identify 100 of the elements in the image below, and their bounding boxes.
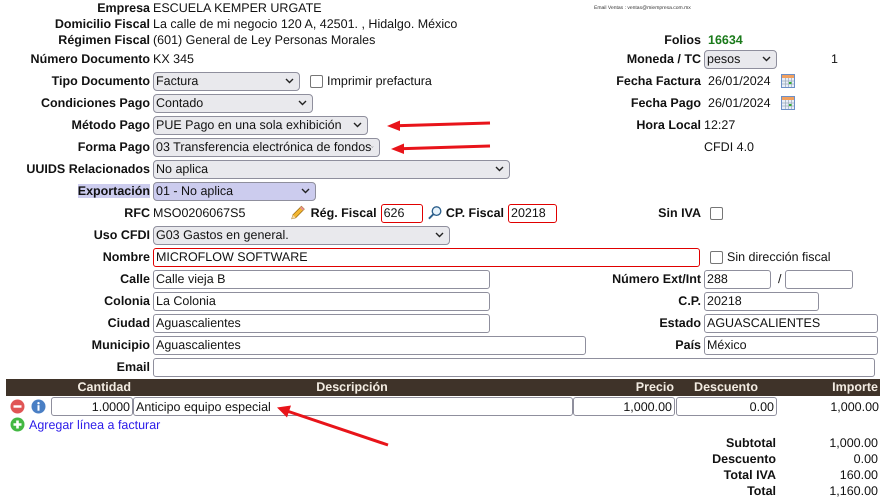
field-value: 1 bbox=[830, 52, 838, 66]
total-label: Total bbox=[746, 483, 776, 499]
dropdown[interactable]: Factura bbox=[153, 72, 300, 90]
checkbox[interactable] bbox=[310, 74, 323, 88]
total-value: 160.00 bbox=[838, 467, 878, 483]
dropdown[interactable]: No aplica bbox=[153, 160, 510, 178]
add-line-link[interactable]: Agregar línea a facturar bbox=[29, 418, 160, 432]
field-label: Hora Local bbox=[636, 118, 701, 132]
field-value: 16634 bbox=[707, 33, 743, 47]
field-value: 26/01/2024 bbox=[707, 74, 771, 88]
field-value: MSO0206067S5 bbox=[153, 206, 246, 220]
total-value: 1,160.00 bbox=[828, 483, 878, 499]
column-header: Cantidad bbox=[76, 379, 132, 396]
input-field[interactable]: 1.0000 bbox=[51, 397, 133, 416]
field-value: La calle de mi negocio 120 A, 42501. , Hidalgo. México bbox=[153, 17, 458, 31]
field-label: Método Pago bbox=[72, 118, 150, 132]
dropdown[interactable]: G03 Gastos en general. bbox=[153, 226, 450, 244]
field-label: Domicilio Fiscal bbox=[54, 17, 150, 31]
field-value: CFDI 4.0 bbox=[704, 140, 754, 154]
field-label: Moneda / TC bbox=[626, 52, 701, 66]
chevron-down-icon bbox=[301, 188, 310, 194]
input-field[interactable]: 0.00 bbox=[676, 397, 777, 416]
input-field[interactable]: 288 bbox=[704, 270, 771, 288]
field-label: Municipio bbox=[92, 338, 150, 352]
field-label: Nombre bbox=[102, 250, 150, 264]
field-value: 26/01/2024 bbox=[707, 96, 771, 110]
field-label: Exportación bbox=[78, 184, 150, 198]
field-label: País bbox=[675, 338, 701, 352]
input-field[interactable]: 626 bbox=[380, 204, 423, 222]
field-label: RFC bbox=[124, 206, 150, 220]
field-label: Folios bbox=[664, 33, 701, 47]
pencil-icon[interactable] bbox=[289, 204, 307, 222]
input-field[interactable] bbox=[785, 270, 854, 288]
dropdown[interactable]: 01 - No aplica bbox=[153, 182, 316, 200]
dropdown[interactable]: pesos bbox=[704, 50, 777, 68]
field-label: UUIDS Relacionados bbox=[26, 162, 150, 176]
remove-icon[interactable] bbox=[10, 399, 25, 414]
chevron-down-icon bbox=[435, 232, 444, 238]
chevron-down-icon bbox=[298, 100, 307, 106]
dropdown[interactable]: PUE Pago en una sola exhibición bbox=[153, 116, 368, 134]
total-value: 1,000.00 bbox=[828, 435, 878, 451]
column-header: Importe bbox=[831, 379, 879, 396]
field-label: Rég. Fiscal bbox=[310, 206, 377, 220]
checkbox[interactable] bbox=[710, 250, 723, 264]
info-icon[interactable] bbox=[31, 399, 46, 414]
field-label: Tipo Documento bbox=[52, 74, 150, 88]
calendar-icon[interactable] bbox=[780, 74, 795, 88]
total-label: Descuento bbox=[712, 451, 776, 467]
chevron-down-icon bbox=[762, 56, 771, 62]
input-field[interactable]: 20218 bbox=[508, 204, 557, 222]
input-field[interactable]: México bbox=[704, 336, 878, 354]
field-value: KX 345 bbox=[153, 52, 194, 66]
field-label: Sin IVA bbox=[658, 206, 701, 220]
chevron-down-icon bbox=[495, 166, 504, 172]
field-value: 12:27 bbox=[704, 118, 736, 132]
add-icon[interactable] bbox=[10, 417, 25, 432]
field-label: CP. Fiscal bbox=[446, 206, 504, 220]
field-value: (601) General de Ley Personas Morales bbox=[153, 33, 376, 47]
input-field[interactable]: 1,000.00 bbox=[573, 397, 675, 416]
field-label: Ciudad bbox=[108, 316, 150, 330]
field-label: Email bbox=[116, 360, 150, 374]
input-field[interactable] bbox=[153, 358, 875, 376]
field-label: Número Documento bbox=[30, 52, 150, 66]
checkbox[interactable] bbox=[710, 206, 723, 220]
field-label: Número Ext/Int bbox=[612, 272, 701, 286]
total-value: 0.00 bbox=[852, 451, 878, 467]
input-field[interactable]: MICROFLOW SOFTWARE bbox=[153, 248, 700, 266]
field-label: Estado bbox=[659, 316, 701, 330]
total-label: Subtotal bbox=[725, 435, 776, 451]
field-label: Colonia bbox=[104, 294, 150, 308]
input-field[interactable]: Calle vieja B bbox=[153, 270, 490, 288]
field-label: Condiciones Pago bbox=[40, 96, 150, 110]
field-label: Empresa bbox=[97, 1, 150, 15]
search-icon[interactable] bbox=[426, 205, 442, 221]
input-field[interactable]: Aguascalientes bbox=[153, 336, 586, 354]
input-field[interactable]: Aguascalientes bbox=[153, 314, 490, 332]
chevron-down-icon bbox=[353, 122, 362, 128]
input-field[interactable]: La Colonia bbox=[153, 292, 490, 310]
field-label: C.P. bbox=[678, 294, 701, 308]
field-label: Calle bbox=[120, 272, 150, 286]
input-field[interactable]: Anticipo equipo especial bbox=[133, 397, 573, 416]
field-label: Forma Pago bbox=[78, 140, 150, 154]
field-label: Régimen Fiscal bbox=[58, 33, 150, 47]
input-field[interactable]: 20218 bbox=[704, 292, 819, 310]
dropdown[interactable]: 03 Transferencia electrónica de fondos bbox=[153, 138, 380, 156]
field-value: Sin dirección fiscal bbox=[727, 250, 831, 264]
column-header: Precio bbox=[634, 379, 675, 396]
column-header: Descripción bbox=[315, 379, 389, 396]
dropdown[interactable]: Contado bbox=[153, 94, 313, 112]
field-label: Fecha Pago bbox=[630, 96, 701, 110]
input-field[interactable]: AGUASCALIENTES bbox=[704, 314, 878, 332]
field-value: Imprimir prefactura bbox=[327, 74, 432, 88]
field-label: Fecha Factura bbox=[616, 74, 701, 88]
field-value: ESCUELA KEMPER URGATE bbox=[153, 1, 322, 15]
chevron-down-icon bbox=[285, 78, 294, 84]
field-label: Uso CFDI bbox=[94, 228, 150, 242]
column-header: Descuento bbox=[693, 379, 759, 396]
calendar-icon[interactable] bbox=[780, 96, 795, 110]
table-cell: 1,000.00 bbox=[830, 400, 880, 414]
field-value: / bbox=[777, 272, 782, 286]
